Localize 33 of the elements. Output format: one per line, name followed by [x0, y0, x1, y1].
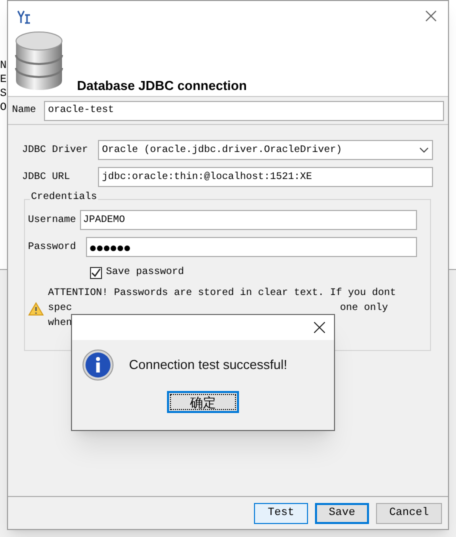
field-label: Name	[12, 104, 38, 118]
url-field[interactable]: jdbc:oracle:thin:@localhost:1521:XE	[98, 167, 433, 187]
username-field[interactable]: JPADEMO	[80, 210, 417, 230]
field-label: JDBC URL	[22, 170, 72, 184]
warning-text: one only	[340, 302, 388, 316]
warning-text: spec	[48, 302, 72, 316]
field-label: Username	[28, 214, 78, 228]
background-window-text: O	[0, 102, 7, 114]
field-label: Password	[28, 240, 78, 254]
app-icon	[16, 9, 32, 25]
group-legend: Credentials	[30, 193, 98, 203]
driver-dropdown[interactable]: Oracle (oracle.jdbc.driver.OracleDriver)	[98, 140, 433, 160]
name-field[interactable]: oracle-test	[44, 100, 444, 120]
dialog-button[interactable]: Save	[315, 503, 369, 524]
chevron-down-icon	[419, 147, 429, 153]
ok-button[interactable]: 确定	[167, 391, 239, 413]
database-icon	[13, 31, 65, 93]
background-window-text: E	[0, 74, 7, 86]
warning-text: ATTENTION! Passwords are stored in clear text. If you dont	[48, 286, 398, 301]
dialog-header-title: Database JDBC connection	[77, 79, 247, 92]
background-window-text: N	[0, 60, 7, 72]
background-window-text: S	[0, 88, 7, 100]
close-button[interactable]	[311, 320, 327, 336]
info-icon	[82, 349, 114, 381]
message-text: Connection test successful!	[129, 356, 288, 374]
dialog-button[interactable]: Test	[254, 503, 308, 524]
checkbox[interactable]	[90, 266, 102, 278]
field-label: JDBC Driver	[22, 144, 90, 158]
dialog-button[interactable]: Cancel	[376, 503, 442, 524]
checkbox-label: Save password	[106, 266, 184, 280]
warning-text: when	[48, 316, 72, 331]
password-field[interactable]: ●●●●●●	[86, 237, 417, 257]
warning-icon	[28, 302, 44, 316]
